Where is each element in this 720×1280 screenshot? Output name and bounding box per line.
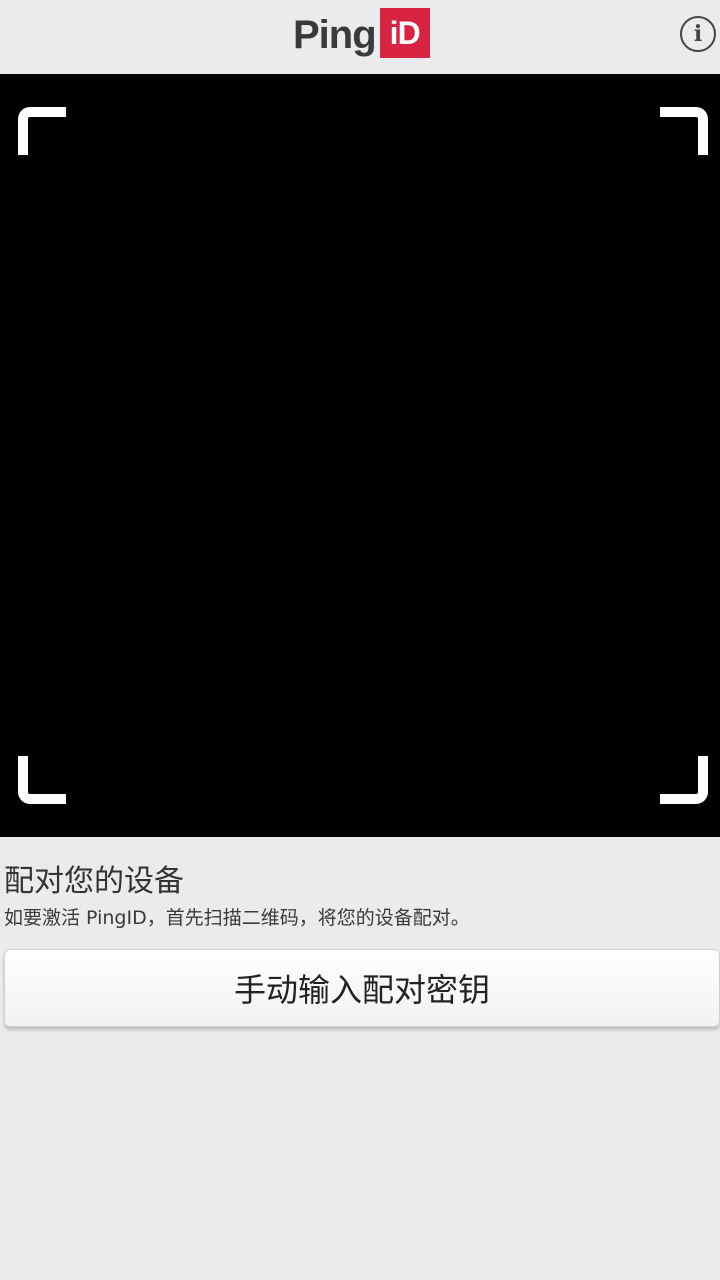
pairing-title: 配对您的设备	[4, 864, 184, 899]
viewfinder-corner-bottom-right	[660, 756, 708, 804]
qr-scanner-viewfinder	[0, 74, 720, 837]
logo-badge: iD	[379, 8, 430, 58]
pairing-description: 如要激活 PingID，首先扫描二维码，将您的设备配对。	[4, 907, 470, 929]
info-icon[interactable]: i	[680, 16, 716, 52]
viewfinder-corner-bottom-left	[18, 756, 66, 804]
viewfinder-corner-top-right	[660, 107, 708, 155]
pingid-logo: Ping iD	[293, 8, 430, 62]
logo-wordmark: Ping	[293, 13, 377, 57]
manual-pairing-key-button[interactable]: 手动输入配对密钥	[4, 949, 720, 1027]
app-screen: Ping iD i 配对您的设备 如要激活 PingID，首先扫描二维码，将您的…	[0, 0, 720, 1280]
viewfinder-corner-top-left	[18, 107, 66, 155]
app-header: Ping iD i	[0, 0, 720, 74]
info-glyph: i	[693, 21, 703, 47]
manual-pairing-key-label: 手动输入配对密钥	[233, 971, 490, 1009]
